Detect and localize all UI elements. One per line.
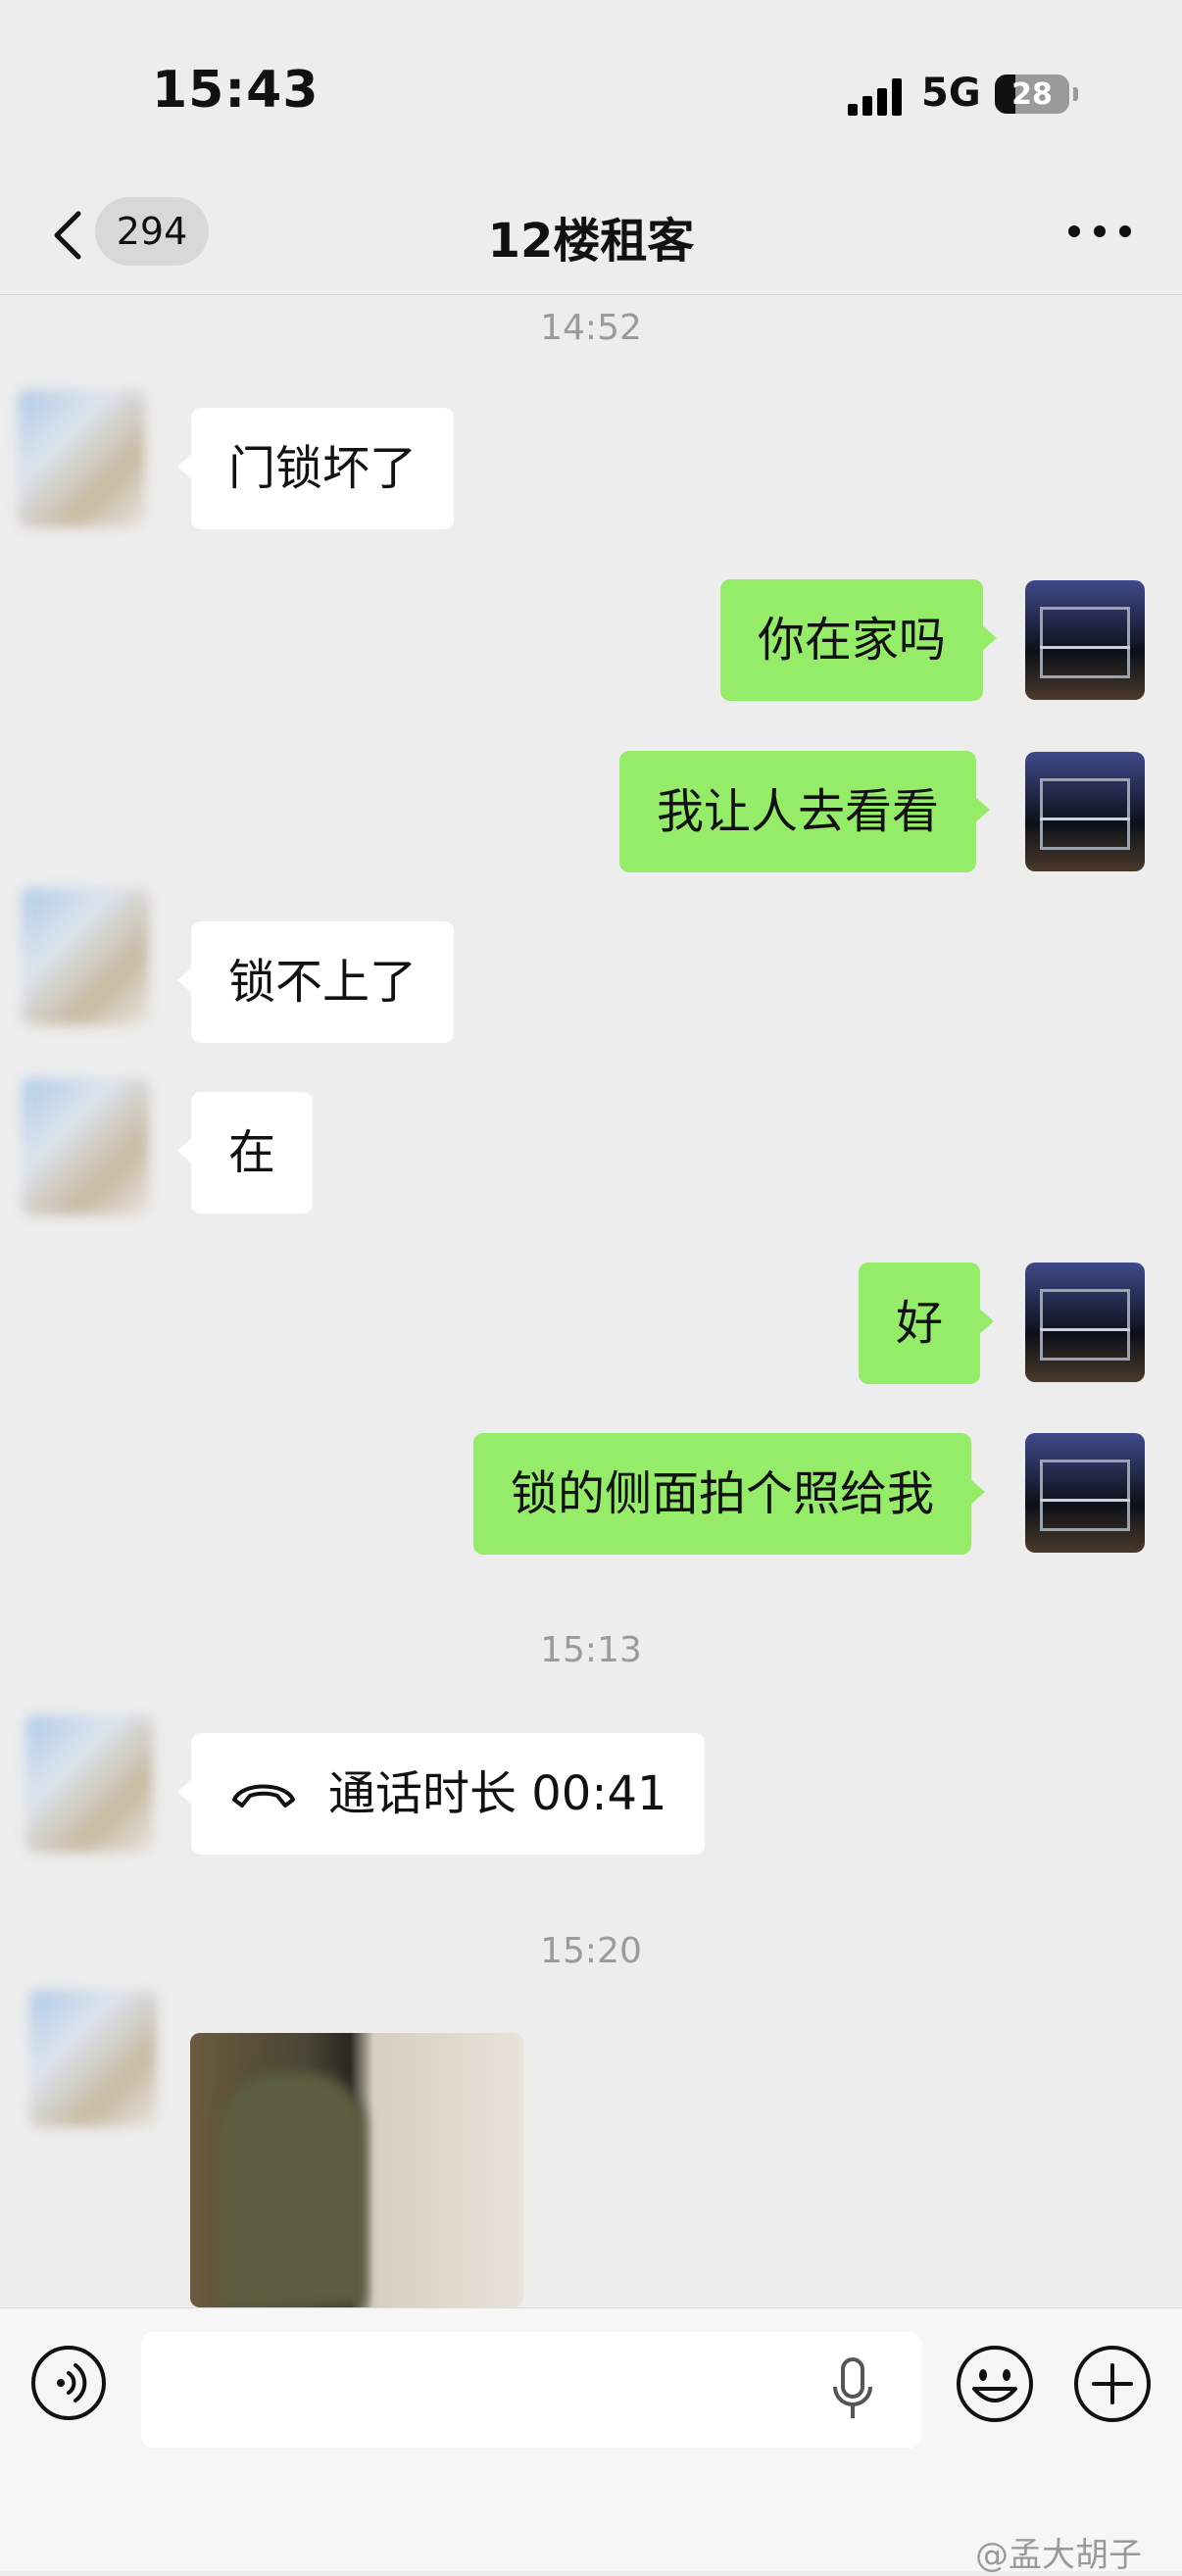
watermark: @孟大胡子 bbox=[975, 2536, 1142, 2575]
voice-call-record[interactable]: 通话时长 00:41 bbox=[177, 1733, 705, 1855]
input-bar: @孟大胡子 bbox=[0, 2307, 1182, 2575]
battery-icon: 28 bbox=[995, 74, 1069, 114]
contact-avatar[interactable] bbox=[29, 1990, 157, 2127]
message-input[interactable] bbox=[141, 2332, 921, 2448]
message-timestamp: 15:13 bbox=[540, 1630, 642, 1670]
call-duration-text: 通话时长 00:41 bbox=[328, 1766, 667, 1821]
plus-icon[interactable] bbox=[1072, 2344, 1153, 2424]
message-bubble-outgoing[interactable]: 锁的侧面拍个照给我 bbox=[473, 1433, 986, 1555]
cellular-signal-icon bbox=[848, 78, 907, 116]
contact-avatar[interactable] bbox=[18, 390, 145, 527]
phone-hangup-icon bbox=[232, 1784, 295, 1808]
status-bar: 15:43 5G 28 bbox=[0, 0, 1182, 186]
emoji-icon[interactable] bbox=[955, 2344, 1035, 2424]
more-options-icon[interactable] bbox=[1068, 225, 1131, 239]
message-bubble-outgoing[interactable]: 你在家吗 bbox=[720, 579, 998, 701]
message-bubble-incoming[interactable]: 在 bbox=[176, 1092, 314, 1214]
image-message[interactable] bbox=[190, 2033, 523, 2307]
contact-avatar[interactable] bbox=[22, 888, 149, 1025]
chat-header: 294 12楼租客 bbox=[0, 186, 1182, 295]
message-bubble-outgoing[interactable]: 好 bbox=[859, 1263, 995, 1384]
message-bubble-incoming[interactable]: 门锁坏了 bbox=[176, 408, 455, 529]
message-timestamp: 14:52 bbox=[540, 308, 642, 348]
voice-mode-icon[interactable] bbox=[29, 2344, 108, 2422]
message-timestamp: 15:20 bbox=[540, 1931, 642, 1971]
chat-title: 12楼租客 bbox=[487, 214, 695, 269]
battery-tip bbox=[1073, 87, 1078, 101]
my-avatar[interactable] bbox=[1025, 1263, 1145, 1382]
message-bubble-outgoing[interactable]: 我让人去看看 bbox=[619, 751, 991, 872]
battery-level: 28 bbox=[1011, 76, 1053, 112]
message-bubble-incoming[interactable]: 锁不上了 bbox=[176, 921, 455, 1043]
contact-avatar[interactable] bbox=[22, 1078, 149, 1215]
my-avatar[interactable] bbox=[1025, 1433, 1145, 1553]
my-avatar[interactable] bbox=[1025, 580, 1145, 700]
contact-avatar[interactable] bbox=[25, 1715, 153, 1853]
my-avatar[interactable] bbox=[1025, 752, 1145, 871]
network-type: 5G bbox=[921, 71, 981, 116]
status-time: 15:43 bbox=[152, 61, 320, 120]
microphone-icon[interactable] bbox=[829, 2355, 876, 2424]
